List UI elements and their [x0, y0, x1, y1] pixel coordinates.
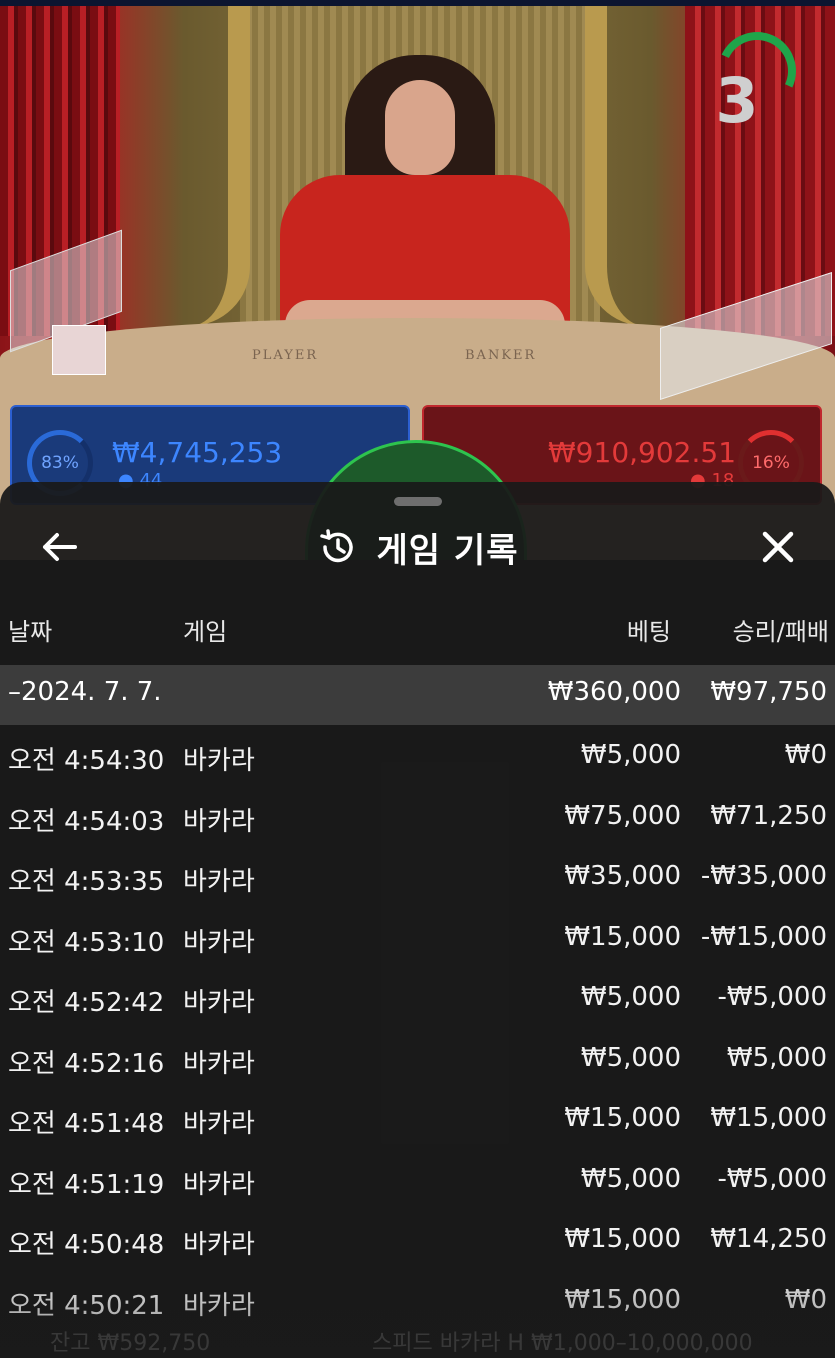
row-result: -₩15,000 — [700, 921, 827, 952]
row-result: ₩15,000 — [710, 1103, 827, 1133]
row-game: 바카라 — [183, 1169, 255, 1200]
row-result: ₩0 — [784, 740, 827, 770]
row-result: -₩35,000 — [700, 861, 827, 891]
card-stack — [52, 325, 106, 375]
table-label-player: PLAYER — [252, 348, 319, 363]
dealer-face — [385, 80, 455, 175]
row-bet: ₩5,000 — [580, 982, 681, 1012]
row-time: 오전 4:52:16 — [8, 1048, 165, 1079]
row-bet: ₩5,000 — [580, 740, 681, 770]
history-row[interactable]: 오전 4:53:10 바카라 ₩15,000 -₩15,000 — [0, 912, 835, 972]
live-video: PLAYER BANKER 3 83% 16% ₩4,745,253 ₩910,… — [0, 0, 835, 560]
row-game: 바카라 — [183, 1048, 255, 1079]
row-result: ₩71,250 — [710, 800, 827, 831]
column-headers: 날짜 게임 베팅 승리/패배 — [0, 612, 835, 652]
history-row[interactable]: 오전 4:54:30 바카라 ₩5,000 ₩0 — [0, 730, 835, 790]
sheet-drag-handle[interactable] — [394, 497, 442, 506]
row-bet: ₩15,000 — [564, 1224, 681, 1254]
gold-arch-left — [110, 6, 250, 326]
date-group-total-bet: ₩360,000 — [547, 677, 681, 707]
row-result: ₩0 — [784, 1284, 827, 1315]
row-game: 바카라 — [183, 988, 255, 1018]
countdown-timer: 3 — [715, 64, 759, 137]
history-row[interactable]: 오전 4:53:35 바카라 ₩35,000 -₩35,000 — [0, 851, 835, 911]
row-bet: ₩15,000 — [564, 1284, 681, 1315]
history-row[interactable]: 오전 4:54:03 바카라 ₩75,000 ₩71,250 — [0, 791, 835, 851]
history-icon — [319, 529, 353, 563]
sheet-title: 게임 기록 — [376, 530, 519, 571]
column-result: 승리/패배 — [732, 618, 829, 646]
gold-arch-right — [585, 6, 725, 326]
row-time: 오전 4:54:30 — [8, 746, 165, 776]
table-label-banker: BANKER — [465, 348, 537, 363]
game-history-sheet: 게임 기록 날짜 게임 베팅 승리/패배 –2024. 7. 7. ₩360,0… — [0, 482, 835, 1358]
history-row[interactable]: 오전 4:52:42 바카라 ₩5,000 -₩5,000 — [0, 972, 835, 1032]
row-time: 오전 4:51:19 — [8, 1169, 165, 1200]
row-time: 오전 4:51:48 — [8, 1109, 165, 1139]
history-row[interactable]: 오전 4:51:48 바카라 ₩15,000 ₩15,000 — [0, 1093, 835, 1153]
row-bet: ₩35,000 — [564, 861, 681, 891]
row-time: 오전 4:52:42 — [8, 988, 165, 1018]
row-result: -₩5,000 — [717, 982, 827, 1012]
row-bet: ₩15,000 — [564, 921, 681, 952]
history-row[interactable]: 오전 4:50:48 바카라 ₩15,000 ₩14,250 — [0, 1214, 835, 1274]
row-bet: ₩75,000 — [564, 800, 681, 831]
date-group-label: –2024. 7. 7. — [8, 677, 162, 707]
row-result: ₩5,000 — [726, 1042, 827, 1073]
row-time: 오전 4:50:48 — [8, 1230, 165, 1260]
row-time: 오전 4:53:10 — [8, 927, 165, 958]
column-date: 날짜 — [8, 618, 53, 646]
row-game: 바카라 — [183, 1290, 255, 1321]
row-game: 바카라 — [183, 1109, 255, 1139]
sheet-header: 게임 기록 — [0, 522, 835, 572]
close-icon — [762, 531, 794, 563]
row-bet: ₩15,000 — [564, 1103, 681, 1133]
row-game: 바카라 — [183, 806, 255, 837]
date-group-row[interactable]: –2024. 7. 7. ₩360,000 ₩97,750 — [0, 665, 835, 725]
player-bet-total: ₩4,745,253 — [112, 436, 283, 469]
background-balance: 잔고 ₩592,750 — [50, 1331, 211, 1356]
row-result: ₩14,250 — [710, 1224, 827, 1254]
row-bet: ₩5,000 — [580, 1163, 681, 1194]
row-bet: ₩5,000 — [580, 1042, 681, 1073]
banker-bet-total: ₩910,902.51 — [548, 436, 737, 469]
row-game: 바카라 — [183, 1230, 255, 1260]
row-time: 오전 4:53:35 — [8, 867, 165, 897]
row-result: -₩5,000 — [717, 1163, 827, 1194]
background-table-name: 스피드 바카라 H ₩1,000–10,000,000 — [372, 1331, 753, 1356]
row-time: 오전 4:54:03 — [8, 806, 165, 837]
row-time: 오전 4:50:21 — [8, 1290, 165, 1321]
history-row[interactable]: 오전 4:52:16 바카라 ₩5,000 ₩5,000 — [0, 1033, 835, 1093]
history-row[interactable]: 오전 4:51:19 바카라 ₩5,000 -₩5,000 — [0, 1154, 835, 1214]
row-game: 바카라 — [183, 867, 255, 897]
row-game: 바카라 — [183, 927, 255, 958]
close-button[interactable] — [755, 524, 801, 570]
date-group-total-result: ₩97,750 — [710, 677, 827, 707]
column-bet: 베팅 — [626, 618, 671, 646]
column-game: 게임 — [183, 618, 228, 646]
row-game: 바카라 — [183, 746, 255, 776]
